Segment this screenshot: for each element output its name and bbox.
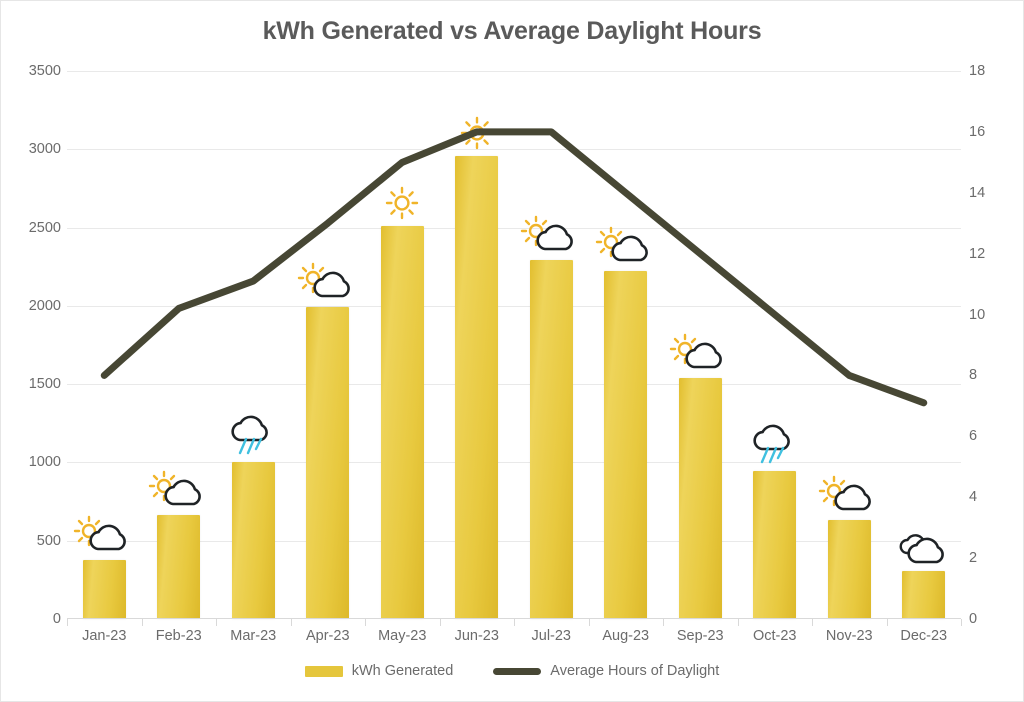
bar-slot [514,71,589,619]
bar-slot [663,71,738,619]
bar-may-23[interactable] [380,226,424,619]
plot-area: 0 500 1000 1500 2000 2500 3000 3500 0 2 4 6 8 10 12 14… [29,63,985,627]
x-axis-label-mar-23: Mar-23 [230,628,277,644]
bar-slot [142,71,217,619]
y-axis-right-tick-label: 16 [969,123,986,140]
legend-label-daylight: Average Hours of Daylight [550,663,720,679]
y-axis-left-tick-label: 0 [52,611,61,627]
x-axis-label-nov-23: Nov-23 [825,628,873,644]
bar-aug-23[interactable] [604,271,648,619]
bar-dec-23[interactable] [902,571,946,619]
y-axis-right-tick-label: 10 [969,306,986,323]
sun-cloud-icon [812,466,886,514]
y-axis-left-tick-label: 3500 [28,63,61,79]
y-axis-left-tick-label: 2500 [28,219,61,236]
chart-title: kWh Generated vs Average Daylight Hours [262,17,762,45]
rain-cloud-icon [738,417,812,465]
y-axis-left-tick-label: 1500 [28,376,61,393]
sun-cloud-icon [663,324,737,372]
y-axis-right-tick-label: 2 [969,550,978,567]
bar-mar-23[interactable] [231,462,275,619]
bar-slot [887,71,962,619]
legend-swatch-bar-icon [304,665,343,677]
x-axis-label-jun-23: Jun-23 [454,628,499,644]
bar-feb-23[interactable] [157,514,201,619]
y-axis-right-tick-label: 14 [969,184,986,201]
x-axis-label-feb-23: Feb-23 [155,628,202,644]
bar-nov-23[interactable] [827,519,871,619]
x-axis-label-jan-23: Jan-23 [82,628,127,644]
legend-item-daylight[interactable]: Average Hours of Daylight [493,663,719,679]
sun-cloud-icon [67,506,141,554]
bar-sep-23[interactable] [678,377,722,619]
bar-oct-23[interactable] [753,471,797,619]
double-cloud-icon [887,517,961,565]
sun-cloud-icon [291,253,365,301]
bar-slot [291,71,366,619]
chart-container: kWh Generated vs Average Daylight Hours … [0,0,1024,702]
y-axis-right-tick-label: 0 [969,611,978,627]
bar-slot [365,71,440,619]
x-axis-labels: Jan-23 Feb-23 Mar-23 Apr-23 May-23 Jun-23 Jul-… [67,623,961,649]
y-axis-right-tick-label: 12 [969,245,986,262]
sun-cloud-icon [142,461,216,509]
bar-slot [812,71,887,619]
sun-icon [440,102,514,150]
y-axis-right-tick-label: 6 [969,428,978,445]
y-axis-left-tick-label: 3000 [28,141,61,158]
bar-apr-23[interactable] [306,307,350,619]
sun-icon [365,172,439,220]
bar-slot [216,71,291,619]
bar-slot [67,71,142,619]
y-axis-left-tick-label: 500 [36,532,61,549]
y-axis-right-tick-label: 8 [969,367,978,384]
bar-slot [738,71,813,619]
sun-cloud-icon [589,217,663,265]
bar-jul-23[interactable] [529,260,573,619]
x-axis-label-apr-23: Apr-23 [305,628,350,644]
y-axis-left-tick-label: 1000 [28,454,61,471]
bar-series [67,71,961,619]
legend-label-kwh: kWh Generated [351,663,454,679]
bar-slot [440,71,515,619]
legend-swatch-line-icon [493,667,542,675]
legend-item-kwh[interactable]: kWh Generated [304,663,454,679]
y-axis-left-tick-label: 2000 [28,297,61,314]
sun-cloud-icon [514,206,588,254]
bar-jan-23[interactable] [82,559,126,619]
y-axis-right-tick-label: 18 [969,63,986,79]
x-axis-tick [961,619,962,626]
bar-jun-23[interactable] [455,156,499,619]
bar-slot [589,71,664,619]
x-axis-label-oct-23: Oct-23 [752,628,797,644]
x-axis-label-sep-23: Sep-23 [676,628,724,644]
rain-cloud-icon [216,408,290,456]
x-axis-label-may-23: May-23 [378,628,427,644]
x-axis-label-jul-23: Jul-23 [531,628,572,644]
x-axis-label-aug-23: Aug-23 [602,628,650,644]
chart-legend: kWh Generated Average Hours of Daylight [1,663,1023,679]
x-axis-label-dec-23: Dec-23 [900,628,948,644]
y-axis-right-tick-label: 4 [969,489,978,506]
